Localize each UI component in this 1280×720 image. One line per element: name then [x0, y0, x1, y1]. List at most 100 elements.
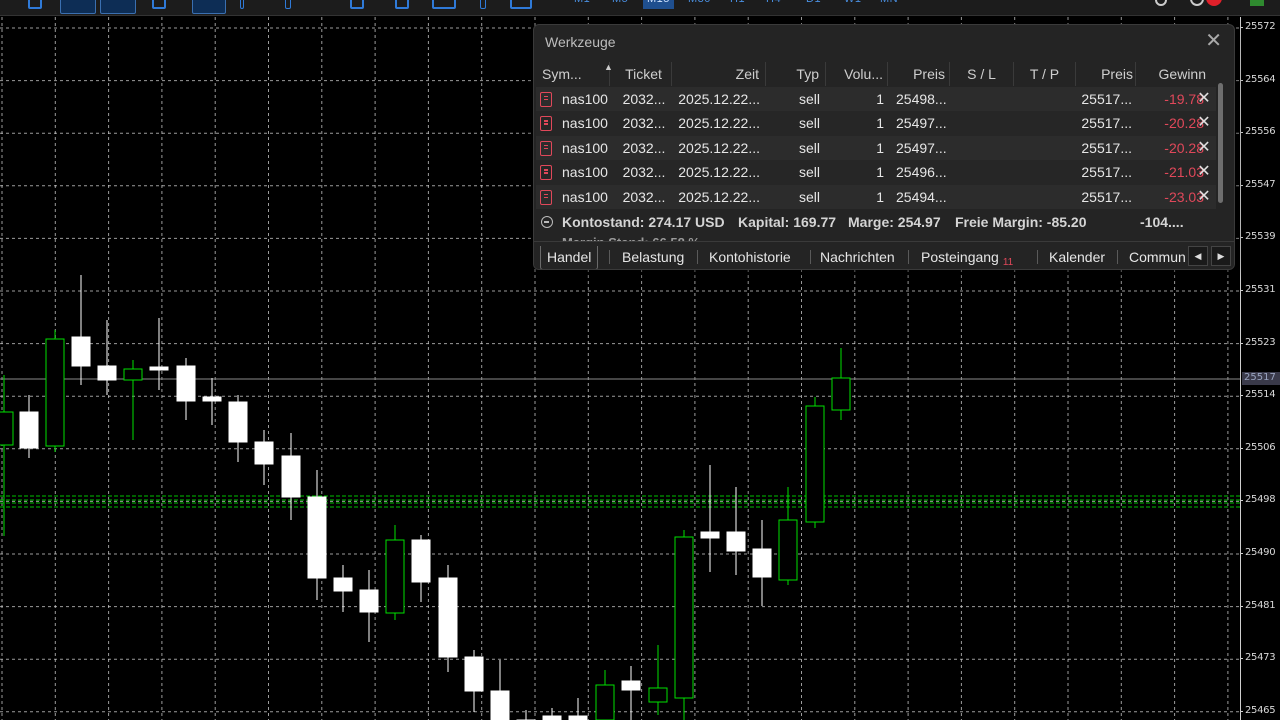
close-position-icon[interactable]: ✕ [1196, 87, 1212, 110]
tab-posteingang[interactable]: Posteingang 11 [915, 246, 1019, 269]
line-tool-icon[interactable] [240, 0, 244, 9]
price-tick-label: 25572 [1239, 21, 1276, 32]
tab-divider [609, 250, 610, 264]
price-axis[interactable]: 25572 25564 25556 25547 25539 25531 25523 25514… [1239, 17, 1280, 720]
cell-time: 2025.12.22... [678, 164, 760, 180]
close-position-icon[interactable]: ✕ [1196, 185, 1212, 208]
window-tray [1150, 0, 1280, 8]
col-symbol[interactable]: Sym... [536, 62, 610, 86]
price-tick-label: 25490 [1239, 547, 1276, 558]
bearish-candle [281, 455, 301, 498]
account-summary: Kontostand: 274.17 USD Kapital: 169.77 M… [536, 210, 1216, 234]
balance-text: Kontostand: 274.17 USD [562, 214, 725, 230]
fibonacci-tool-icon[interactable] [432, 0, 456, 9]
cell-ticket: 2032... [622, 90, 666, 107]
close-position-icon[interactable]: ✕ [1196, 136, 1212, 159]
price-tick-label: 25556 [1239, 126, 1276, 138]
tab-kalender[interactable]: Kalender [1043, 246, 1111, 269]
zoom-icon[interactable] [152, 0, 166, 9]
timeframe-m30[interactable]: M30 [688, 0, 711, 9]
tab-belastung[interactable]: Belastung [616, 246, 690, 269]
tab-handel[interactable]: Handel [540, 246, 599, 269]
col-time[interactable]: Zeit [672, 62, 766, 86]
table-row[interactable]: nas100 2032... 2025.12.22... sell 1 25494... 2… [536, 184, 1216, 210]
tab-community[interactable]: Commun [1123, 246, 1187, 269]
channel-tool-icon[interactable] [395, 0, 409, 9]
bullish-candle [595, 684, 615, 720]
bearish-candle [228, 401, 248, 443]
col-volume[interactable]: Volu... [826, 62, 888, 86]
col-ticket[interactable]: Ticket [616, 62, 672, 86]
cell-open-price: 25497... [896, 115, 947, 131]
notification-icon[interactable] [1190, 0, 1204, 6]
cell-open-price: 25494... [896, 188, 947, 205]
tab-label: Handel [547, 249, 592, 265]
price-tick-label: 25539 [1239, 231, 1276, 243]
timeframe-m15[interactable]: M15 [643, 0, 674, 9]
trendline-tool-icon[interactable] [350, 0, 364, 9]
timeframe-mn[interactable]: MN [880, 0, 898, 9]
timeframe-w1[interactable]: W1 [844, 0, 862, 9]
bearish-candle [359, 589, 379, 613]
timeframe-m1[interactable]: M1 [574, 0, 590, 9]
timeframe-h4[interactable]: H4 [766, 0, 781, 9]
new-chart-icon[interactable] [28, 0, 42, 9]
close-position-icon[interactable]: ✕ [1196, 160, 1212, 183]
cell-volume: 1 [876, 90, 884, 107]
price-tick-label: 25523 [1239, 336, 1276, 348]
crosshair-button[interactable] [192, 0, 226, 14]
table-row[interactable]: nas100 2032... 2025.12.22... sell 1 25497... 2… [536, 111, 1216, 136]
tab-label: Kalender [1049, 249, 1106, 265]
cell-ticket: 2032... [622, 139, 666, 156]
price-tick-label: 25547 [1239, 178, 1276, 190]
timeframe-d1[interactable]: D1 [806, 0, 821, 9]
close-position-icon[interactable]: ✕ [1196, 111, 1212, 134]
search-icon[interactable] [1155, 0, 1167, 6]
cell-ticket: 2032... [622, 188, 666, 205]
table-row[interactable]: nas100 2032... 2025.12.22... sell 1 25497... 2… [536, 135, 1216, 160]
cell-type: sell [798, 90, 820, 107]
col-sl[interactable]: S / L [950, 62, 1014, 86]
tools-tabs: Handel Belastung Kontohistorie Nachricht… [534, 241, 1234, 269]
tab-scroll-left-icon[interactable]: ◀ [1188, 246, 1208, 266]
cell-time: 2025.12.22... [678, 115, 760, 131]
cell-sl [950, 160, 1014, 185]
cell-volume: 1 [876, 164, 884, 180]
arrow-tool-icon[interactable] [480, 0, 486, 9]
bearish-candle [149, 366, 169, 371]
bullish-candle [45, 338, 65, 447]
main-toolbar: M1 M5 M15 M30 H1 H4 D1 W1 MN [0, 0, 1280, 16]
cell-price: 25517... [1081, 164, 1132, 180]
col-price[interactable]: Preis [1076, 62, 1136, 86]
candle-chart-button[interactable] [100, 0, 136, 14]
tab-divider [1037, 250, 1038, 264]
cell-price: 25517... [1081, 115, 1132, 131]
col-tp[interactable]: T / P [1014, 62, 1076, 86]
cell-volume: 1 [876, 139, 884, 156]
bearish-candle [464, 656, 484, 692]
close-icon[interactable]: ✕ [1205, 31, 1222, 51]
col-profit[interactable]: Gewinn [1136, 62, 1208, 86]
timeframe-h1[interactable]: H1 [730, 0, 745, 9]
total-profit-text: -104.... [1140, 214, 1184, 230]
cell-volume: 1 [876, 188, 884, 205]
cell-tp [1014, 160, 1076, 185]
col-open-price[interactable]: Preis [888, 62, 950, 86]
cell-open-price: 25496... [896, 164, 947, 180]
table-row[interactable]: nas100 2032... 2025.12.22... sell 1 25498... 2… [536, 86, 1216, 111]
collapse-icon[interactable] [541, 216, 553, 228]
cell-tp [1014, 185, 1076, 210]
cell-type: sell [798, 115, 820, 131]
hline-tool-icon[interactable] [285, 0, 291, 9]
timeframe-m5[interactable]: M5 [612, 0, 628, 9]
tab-kontohistorie[interactable]: Kontohistorie [703, 246, 797, 269]
col-type[interactable]: Typ [766, 62, 826, 86]
tab-nachrichten[interactable]: Nachrichten [814, 246, 901, 269]
tab-label: Commun [1129, 249, 1186, 265]
tab-scroll-right-icon[interactable]: ▶ [1211, 246, 1231, 266]
table-row[interactable]: nas100 2032... 2025.12.22... sell 1 25496... 2… [536, 160, 1216, 185]
vertical-scrollbar[interactable] [1218, 83, 1223, 203]
free-margin-text: Freie Margin: -85.20 [955, 214, 1087, 230]
bar-chart-button[interactable] [60, 0, 96, 14]
shapes-tool-icon[interactable] [510, 0, 532, 9]
